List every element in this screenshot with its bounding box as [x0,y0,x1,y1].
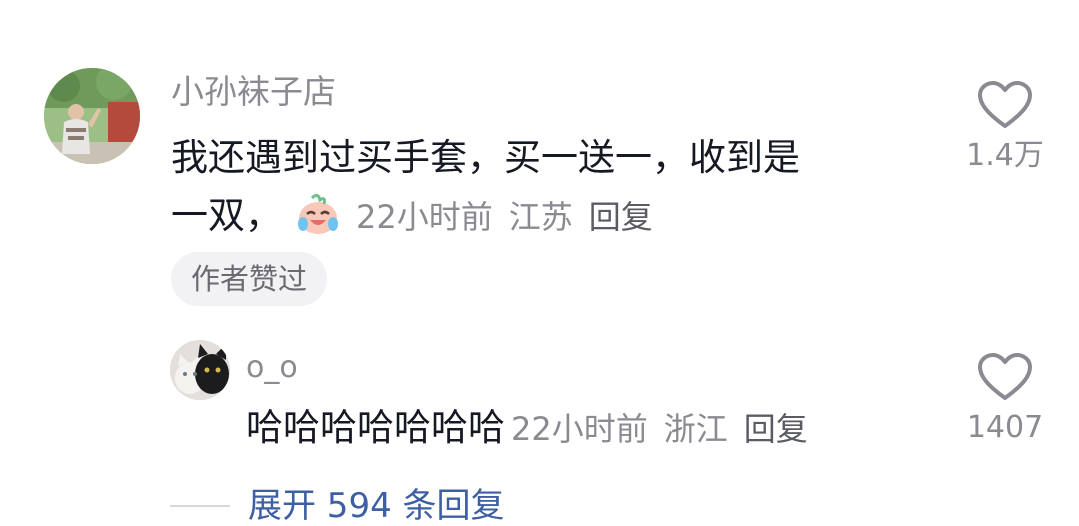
crying-laughing-emoji-icon [298,193,338,234]
comment-time: 22小时前 [356,198,493,236]
comment-like-count: 1.4万 [966,138,1044,173]
reply-text: 哈哈哈哈哈哈哈 [246,406,505,449]
comment-reply-button[interactable]: 回复 [589,198,653,236]
expand-replies-label: 展开 594 条回复 [248,486,505,526]
reply-meta: 22小时前 浙江 回复 [511,410,824,448]
author-liked-badge: 作者赞过 [171,252,328,306]
cats-avatar-photo [170,340,230,400]
reply-text-row: 哈哈哈哈哈哈哈 22小时前 浙江 回复 [246,399,926,458]
reply-like-count: 1407 [966,410,1044,445]
avatar[interactable] [44,68,140,164]
comment-text: 我还遇到过买手套，买一送一，收到是 一双， 22小时前 江苏 回复 [171,129,911,246]
comment-text-line2-row: 一双， 22小时前 江苏 回复 [171,187,911,246]
comment-location: 江苏 [508,198,573,236]
heart-icon [978,353,1032,400]
reply-location: 浙江 [663,410,728,448]
comment-text-line1: 我还遇到过买手套，买一送一，收到是 [171,136,800,179]
reply-avatar[interactable] [170,340,230,400]
heart-icon [978,81,1032,128]
comment-username[interactable]: 小孙袜子店 [171,70,336,114]
reply-reply-button[interactable]: 回复 [744,410,808,448]
expand-replies-button[interactable]: 展开 594 条回复 [170,486,505,526]
reply-username[interactable]: o_o [246,346,298,390]
comment-text-line2: 一双， [171,194,282,237]
comment-like-button[interactable]: 1.4万 [955,80,1055,176]
reply-like-button[interactable]: 1407 [955,352,1055,448]
avatar-photo [44,68,140,164]
comment-meta: 22小时前 江苏 回复 [356,198,669,236]
reply-time: 22小时前 [511,410,648,448]
expand-divider [170,505,230,507]
